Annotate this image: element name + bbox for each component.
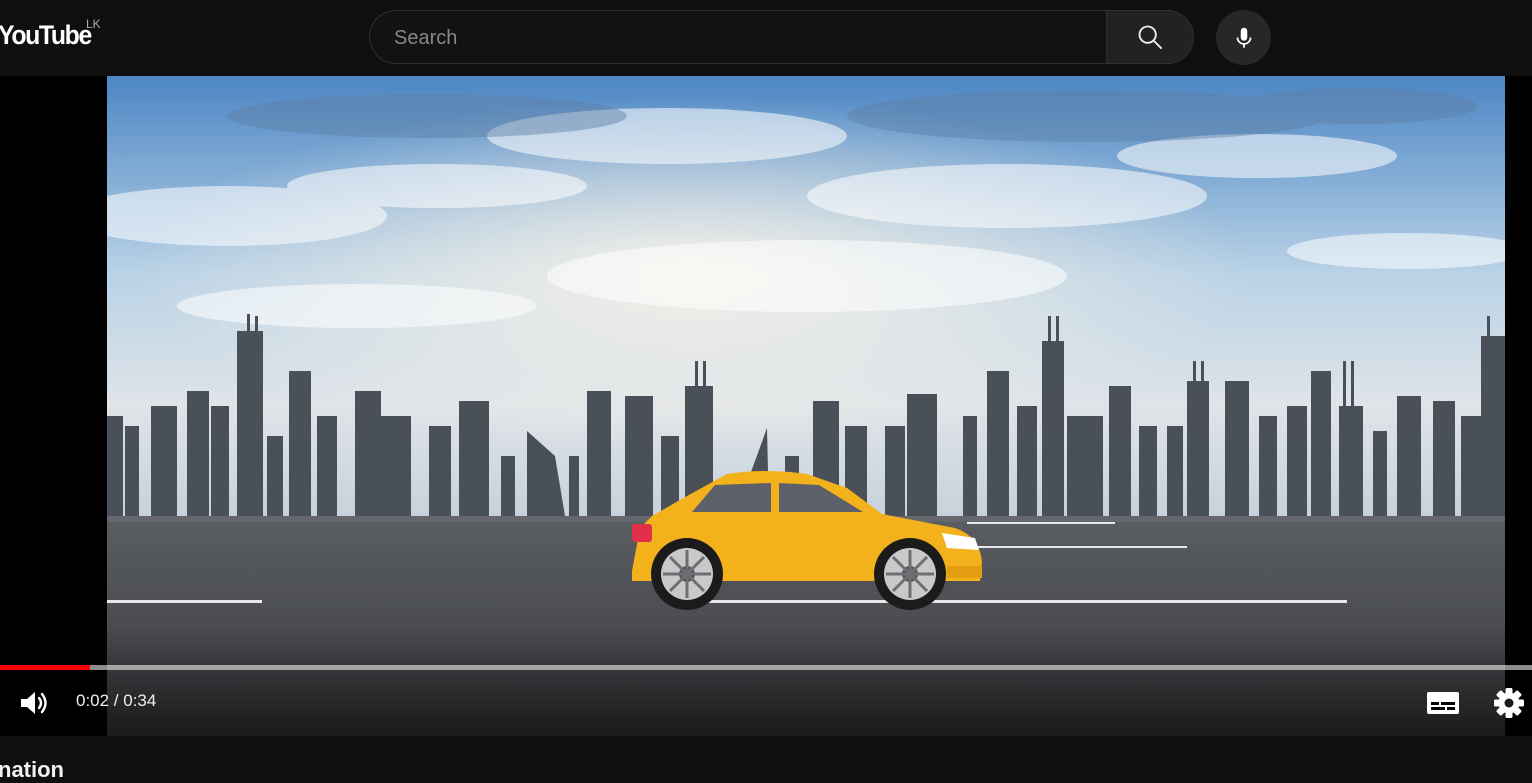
search-box[interactable] bbox=[369, 10, 1106, 65]
youtube-logo[interactable]: YouTube bbox=[0, 20, 92, 51]
progress-bar[interactable] bbox=[0, 665, 1532, 670]
volume-icon[interactable] bbox=[18, 688, 52, 718]
progress-played bbox=[0, 665, 91, 670]
voice-search-button[interactable] bbox=[1216, 10, 1271, 65]
search-icon bbox=[1138, 25, 1163, 50]
video-title: nation bbox=[0, 757, 64, 782]
country-code: LK bbox=[86, 17, 101, 31]
search-button[interactable] bbox=[1106, 10, 1194, 64]
settings-icon[interactable] bbox=[1492, 686, 1526, 720]
mic-icon bbox=[1236, 27, 1251, 48]
time-display: 0:02 / 0:34 bbox=[76, 691, 157, 710]
controls-overlay bbox=[0, 626, 1532, 736]
masthead: YouTube LK bbox=[0, 0, 1532, 76]
video-player[interactable]: 0:02 / 0:34 bbox=[0, 76, 1532, 736]
subtitles-icon[interactable] bbox=[1425, 688, 1461, 718]
search-input[interactable] bbox=[392, 11, 1076, 65]
